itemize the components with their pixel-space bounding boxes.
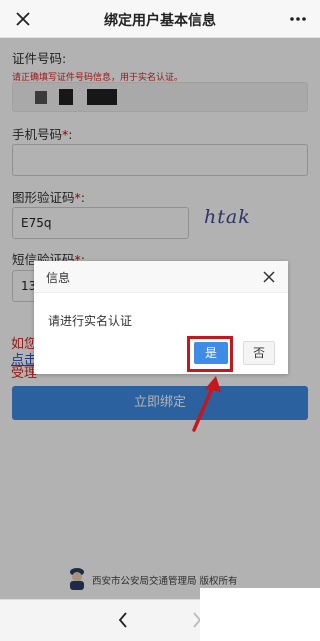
dialog-title: 信息 <box>46 271 71 285</box>
chevron-left-icon[interactable] <box>116 610 130 630</box>
close-icon[interactable] <box>13 9 33 29</box>
page-title: 绑定用户基本信息 <box>104 13 216 29</box>
dialog-header: 信息 <box>34 261 288 293</box>
highlight-box <box>187 336 233 372</box>
pointer-arrow-icon <box>192 376 221 432</box>
more-dots-icon[interactable] <box>288 9 308 29</box>
header-bar: 绑定用户基本信息 <box>0 0 320 38</box>
bottom-right-blank <box>200 588 320 641</box>
dialog-close-icon[interactable] <box>262 270 276 284</box>
info-dialog: 信息 请进行实名认证 是 否 <box>34 261 288 374</box>
confirm-no-button[interactable]: 否 <box>243 341 275 365</box>
dialog-message: 请进行实名认证 <box>48 314 133 328</box>
